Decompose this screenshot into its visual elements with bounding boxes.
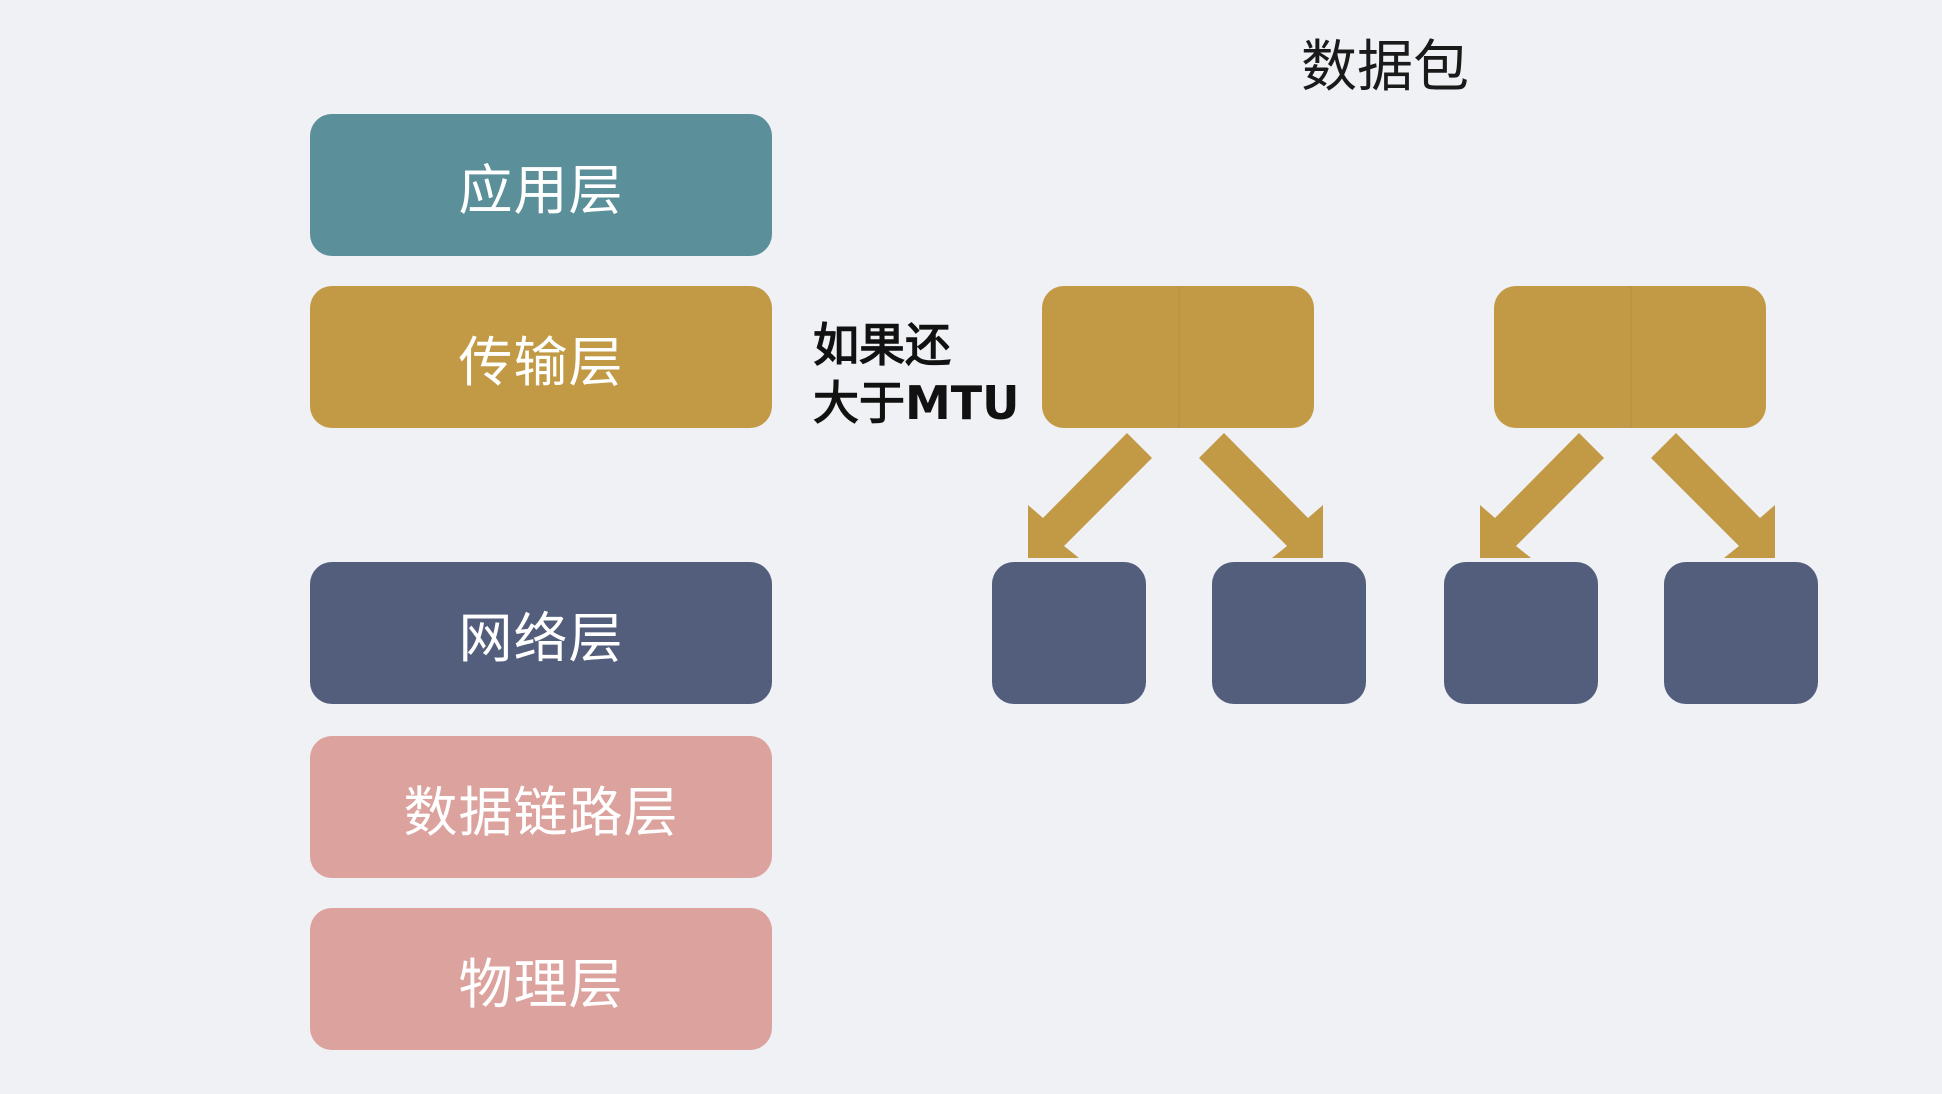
fragment-3 [1444,562,1598,704]
fragment-4 [1664,562,1818,704]
arrow-down-left-icon [1028,433,1152,558]
arrow-down-left-icon [1480,433,1604,558]
fragment-2 [1212,562,1366,704]
arrow-down-right-icon [1199,433,1323,558]
arrow-down-right-icon [1651,433,1775,558]
split-arrows [1028,433,1775,558]
fragment-1 [992,562,1146,704]
